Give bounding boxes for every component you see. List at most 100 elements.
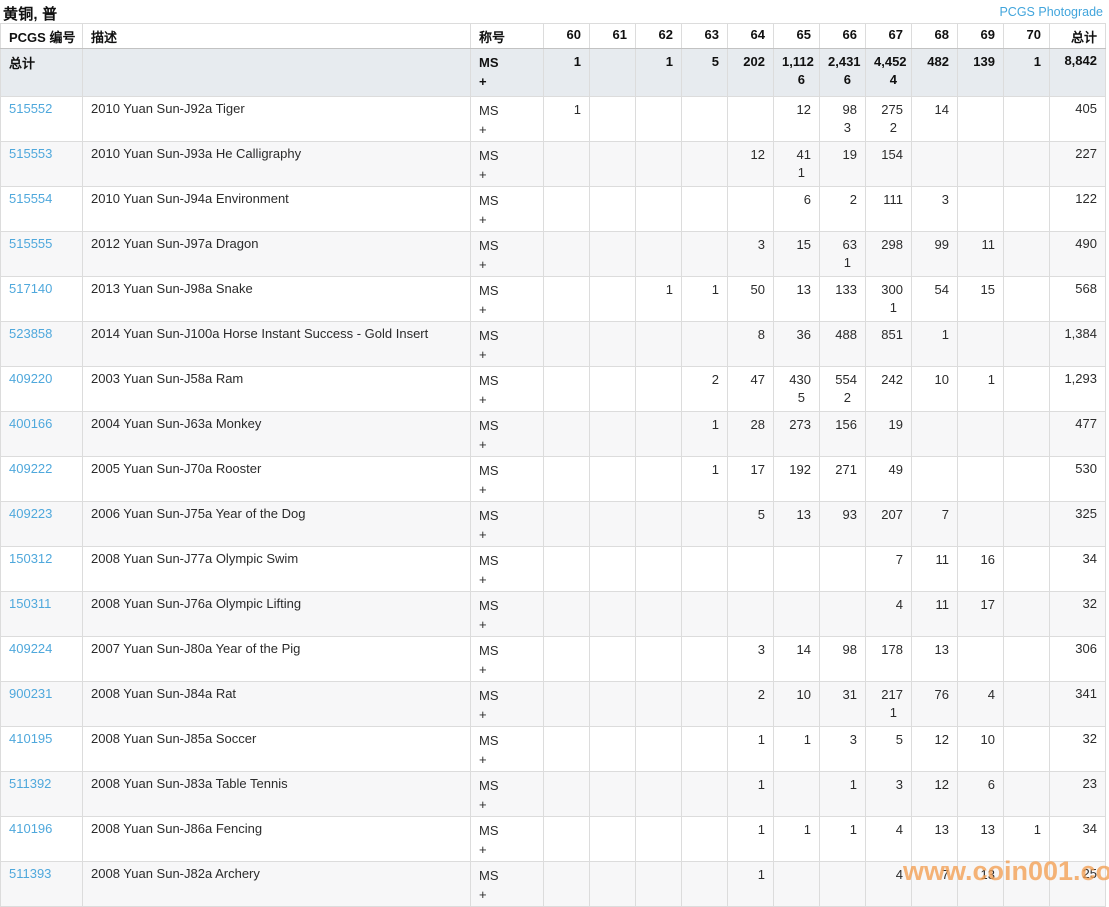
coin-description: 2008 Yuan Sun-J76a Olympic Lifting (82, 591, 471, 637)
grade-count: 202 (743, 54, 765, 69)
pcgs-number-link[interactable]: 409223 (9, 506, 52, 521)
designation-line: + (479, 392, 487, 407)
pcgs-number-link[interactable]: 409222 (9, 461, 52, 476)
grade-count: 1 (665, 282, 673, 297)
grade-cell-66 (819, 591, 866, 637)
pcgs-photograde-link[interactable]: PCGS Photograde (999, 5, 1103, 19)
grade-cell-66: 554 2 (819, 366, 866, 412)
grade-count: 154 (881, 147, 903, 162)
grade-cell-61 (589, 636, 636, 682)
grade-cell-67: 242 (865, 366, 912, 412)
pcgs-number-link[interactable]: 515555 (9, 236, 52, 251)
header-grade-70: 70 (1003, 23, 1050, 49)
row-total: 405 (1049, 96, 1106, 142)
grade-count: 15 (980, 282, 995, 297)
grade-cell-60 (543, 411, 590, 457)
grade-count: 207 (881, 507, 903, 522)
header-grade-61: 61 (589, 23, 636, 49)
designation-cell: MS + (470, 591, 544, 637)
grade-cell-69 (957, 636, 1004, 682)
designation-line: MS (479, 328, 499, 343)
pcgs-number-link[interactable]: 410196 (9, 821, 52, 836)
grade-count: 1 (711, 417, 719, 432)
table-row: 150312 2008 Yuan Sun-J77a Olympic Swim MS +… (0, 546, 1106, 592)
grade-cell-60 (543, 501, 590, 547)
grade-count: 1 (757, 822, 765, 837)
grade-cell-60 (543, 591, 590, 637)
grade-cell-66: 488 (819, 321, 866, 367)
designation-line: MS (479, 418, 499, 433)
grade-cell-60 (543, 816, 590, 862)
total-row-label: 总计 (0, 48, 83, 97)
grade-count: 5 (711, 54, 719, 69)
grade-cell-70 (1003, 726, 1050, 772)
grade-cell-63: 1 (681, 276, 728, 322)
grade-cell-67: 4 (865, 816, 912, 862)
designation-line: MS (479, 868, 499, 883)
table-row: 400166 2004 Yuan Sun-J63a Monkey MS +1 28 273… (0, 411, 1106, 457)
grade-cell-61 (589, 411, 636, 457)
pcgs-number-link[interactable]: 515553 (9, 146, 52, 161)
pcgs-number-link[interactable]: 150311 (9, 596, 51, 611)
grade-cell-65: 1 (773, 816, 820, 862)
pcgs-number-link[interactable]: 409224 (9, 641, 52, 656)
grade-cell-67: 275 2 (865, 96, 912, 142)
grade-cell-70 (1003, 231, 1050, 277)
grade-cell-69: 15 (957, 276, 1004, 322)
coin-description: 2003 Yuan Sun-J58a Ram (82, 366, 471, 412)
pcgs-number-link[interactable]: 410195 (9, 731, 52, 746)
grade-cell-62 (635, 96, 682, 142)
pcgs-number-cell: 515554 (0, 186, 83, 232)
grade-cell-63 (681, 231, 728, 277)
grade-count: 10 (934, 372, 949, 387)
pcgs-number-link[interactable]: 515554 (9, 191, 52, 206)
grade-cell-63 (681, 96, 728, 142)
grade-cell-70 (1003, 591, 1050, 637)
grade-count: 1 (803, 732, 811, 747)
coin-description: 2008 Yuan Sun-J86a Fencing (82, 816, 471, 862)
grade-count: 111 (883, 192, 903, 207)
grade-count: 10 (980, 732, 995, 747)
grade-count: 192 (789, 462, 811, 477)
grade-cell-70 (1003, 861, 1050, 907)
designation-cell: MS + (470, 231, 544, 277)
pcgs-number-link[interactable]: 511392 (9, 776, 51, 791)
pcgs-number-link[interactable]: 400166 (9, 416, 52, 431)
header-grade-63: 63 (681, 23, 728, 49)
pcgs-number-link[interactable]: 523858 (9, 326, 52, 341)
grade-count: 1 (849, 822, 857, 837)
grade-cell-65: 15 (773, 231, 820, 277)
designation-line: + (479, 752, 487, 767)
row-total: 1,384 (1049, 321, 1106, 367)
grade-cell-62 (635, 681, 682, 727)
pcgs-number-link[interactable]: 515552 (9, 101, 52, 116)
pcgs-number-link[interactable]: 409220 (9, 371, 52, 386)
grade-cell-66: 156 (819, 411, 866, 457)
pcgs-number-link[interactable]: 511393 (9, 866, 51, 881)
row-total: 530 (1049, 456, 1106, 502)
grade-cell-65: 10 (773, 681, 820, 727)
designation-line: MS (479, 283, 499, 298)
grade-plus-count: 6 (797, 72, 805, 87)
grade-cell-68: 13 (911, 636, 958, 682)
designation-cell: MS + (470, 96, 544, 142)
grade-cell-70: 1 (1003, 816, 1050, 862)
grade-plus-count: 1 (889, 300, 897, 315)
grade-cell-65: 273 (773, 411, 820, 457)
designation-line: MS (479, 643, 499, 658)
grade-cell-63 (681, 861, 728, 907)
grade-cell-63 (681, 816, 728, 862)
grade-cell-69: 13 (957, 861, 1004, 907)
grade-count: 14 (934, 102, 949, 117)
grade-cell-69 (957, 96, 1004, 142)
grade-count: 99 (934, 237, 949, 252)
grade-cell-69: 10 (957, 726, 1004, 772)
designation-line: + (479, 797, 487, 812)
grade-cell-61 (589, 321, 636, 367)
pcgs-number-link[interactable]: 150312 (9, 551, 52, 566)
pcgs-number-link[interactable]: 900231 (9, 686, 52, 701)
grade-cell-69: 11 (957, 231, 1004, 277)
pcgs-number-link[interactable]: 517140 (9, 281, 52, 296)
table-row: 150311 2008 Yuan Sun-J76a Olympic Lifting… (0, 591, 1106, 637)
designation-line: MS (479, 238, 499, 253)
